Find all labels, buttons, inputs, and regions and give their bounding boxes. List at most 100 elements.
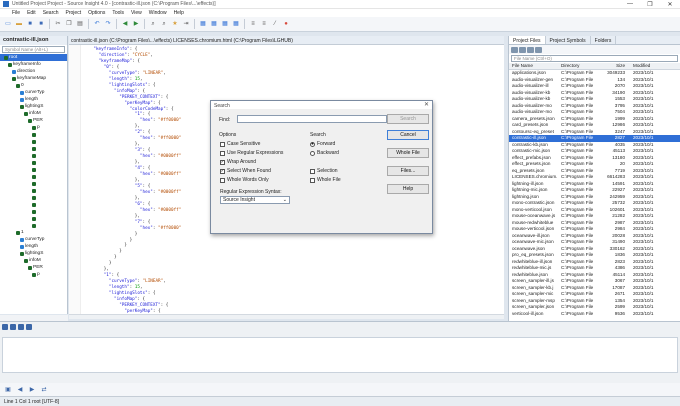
- tree-item[interactable]: direction: [0, 68, 67, 75]
- menu-options[interactable]: Options: [88, 10, 105, 16]
- open-folder-icon[interactable]: ▬: [14, 19, 24, 29]
- cut-icon[interactable]: ✂: [53, 19, 63, 29]
- tree-item[interactable]: p: [0, 124, 67, 131]
- undo-icon[interactable]: ↶: [92, 19, 102, 29]
- tree-item[interactable]: keyframeMap: [0, 75, 67, 82]
- relation-icon[interactable]: ▣: [3, 385, 13, 395]
- context-window-content[interactable]: [2, 337, 678, 373]
- menu-tools[interactable]: Tools: [112, 10, 124, 16]
- tree-item[interactable]: [0, 131, 67, 138]
- regex-checkbox[interactable]: Use Regular Expressions: [220, 150, 283, 156]
- copy-icon[interactable]: ❐: [64, 19, 74, 29]
- tree-item[interactable]: [0, 152, 67, 159]
- tree-item[interactable]: [0, 187, 67, 194]
- tree-item[interactable]: keyframeInfo: [0, 61, 67, 68]
- code-text[interactable]: "keyframeInfo": { "direction": "CYCLE", …: [83, 47, 181, 314]
- project-filter-icon[interactable]: [535, 46, 542, 53]
- tree-item[interactable]: length: [0, 96, 67, 103]
- radio-box[interactable]: ●: [310, 141, 315, 147]
- tree-item[interactable]: infoM: [0, 257, 67, 264]
- files-button[interactable]: Files...: [387, 166, 429, 176]
- tree-item[interactable]: 0: [0, 82, 67, 89]
- tree-item[interactable]: p: [0, 271, 67, 278]
- tree-item[interactable]: length: [0, 243, 67, 250]
- symbol-panel-tab[interactable]: contrastic-ill.json: [0, 36, 67, 45]
- tree-item[interactable]: [0, 194, 67, 201]
- tree-item[interactable]: lightingS: [0, 103, 67, 110]
- backward-radio[interactable]: Backward: [310, 150, 339, 156]
- tree-item[interactable]: [0, 173, 67, 180]
- tab-project-files[interactable]: Project Files: [509, 36, 546, 44]
- cancel-button[interactable]: Cancel: [387, 130, 429, 140]
- horizontal-scrollbar[interactable]: [69, 314, 504, 319]
- context-lock-icon[interactable]: [2, 323, 8, 330]
- column-directory[interactable]: Directory: [560, 63, 601, 69]
- minimize-button[interactable]: —: [620, 1, 640, 7]
- column-modified[interactable]: Modified: [627, 63, 675, 69]
- file-filter-input[interactable]: File Name (Ctrl+O): [511, 55, 678, 62]
- tree-item[interactable]: PER: [0, 117, 67, 124]
- save-icon[interactable]: ■: [25, 19, 35, 29]
- relation-window-icon[interactable]: ▦: [231, 19, 241, 29]
- tree-item[interactable]: [0, 222, 67, 229]
- save-all-icon[interactable]: ■: [36, 19, 46, 29]
- context-window-icon[interactable]: ▦: [220, 19, 230, 29]
- case-sensitive-checkbox[interactable]: Case Sensitive: [220, 141, 260, 147]
- references-icon[interactable]: ⇄: [39, 385, 49, 395]
- checkbox-box[interactable]: [220, 150, 225, 156]
- tree-item[interactable]: [0, 180, 67, 187]
- tree-item[interactable]: curveTyp: [0, 89, 67, 96]
- tree-item[interactable]: [0, 215, 67, 222]
- search-button[interactable]: Search: [387, 114, 429, 124]
- paste-icon[interactable]: ▤: [75, 19, 85, 29]
- indent-icon[interactable]: ≡: [248, 19, 258, 29]
- menu-help[interactable]: Help: [174, 10, 184, 16]
- callers-icon[interactable]: ◀: [15, 385, 25, 395]
- forward-radio[interactable]: ● Forward: [310, 141, 335, 147]
- menu-search[interactable]: Search: [43, 10, 59, 16]
- tree-item[interactable]: root: [0, 54, 67, 61]
- menu-window[interactable]: Window: [149, 10, 167, 16]
- jump-icon[interactable]: ⇥: [181, 19, 191, 29]
- new-file-icon[interactable]: ▭: [3, 19, 13, 29]
- project-window-icon[interactable]: ▦: [209, 19, 219, 29]
- radio-box[interactable]: [310, 150, 315, 156]
- selection-checkbox[interactable]: Selection: [310, 168, 338, 174]
- project-sync-icon[interactable]: [527, 46, 534, 53]
- file-row[interactable]: verticool-ill.json C:\Program File 9536 202…: [509, 311, 680, 318]
- regex-syntax-select[interactable]: Source Insight ⌄: [220, 196, 290, 204]
- tab-folders[interactable]: Folders: [591, 36, 617, 44]
- code-line[interactable]: "hex": "#0000ff": [83, 190, 181, 196]
- file-tabs[interactable]: contrastic-ill.json (C:\Program Files\..…: [69, 36, 504, 45]
- tree-item[interactable]: lightingS: [0, 250, 67, 257]
- menu-file[interactable]: File: [12, 10, 20, 16]
- callees-icon[interactable]: ▶: [27, 385, 37, 395]
- code-line[interactable]: "hex": "#ff0000": [83, 226, 181, 232]
- symbol-filter-input[interactable]: Symbol Name (Alt+L): [2, 46, 65, 53]
- project-view-icon[interactable]: [511, 46, 518, 53]
- wrap-around-checkbox[interactable]: ✓ Wrap Around: [220, 159, 256, 165]
- checkbox-box[interactable]: [310, 177, 315, 183]
- stop-icon[interactable]: ●: [281, 19, 291, 29]
- find-input[interactable]: [237, 115, 387, 123]
- project-sort-icon[interactable]: [519, 46, 526, 53]
- close-button[interactable]: ✕: [660, 1, 680, 8]
- checkbox-box[interactable]: [310, 168, 315, 174]
- context-sync-icon[interactable]: [10, 323, 16, 330]
- select-when-found-checkbox[interactable]: ✓ Select When Found: [220, 168, 271, 174]
- checkbox-box[interactable]: ✓: [220, 168, 225, 174]
- back-icon[interactable]: ◀: [120, 19, 130, 29]
- close-icon[interactable]: ✕: [424, 101, 429, 108]
- menu-edit[interactable]: Edit: [27, 10, 36, 16]
- forward-icon[interactable]: ▶: [131, 19, 141, 29]
- search-files-icon[interactable]: ⌕: [159, 19, 169, 29]
- context-forward-icon[interactable]: [26, 323, 32, 330]
- tree-item[interactable]: [0, 145, 67, 152]
- whole-file-button[interactable]: Whole File: [387, 148, 429, 158]
- whole-file-checkbox[interactable]: Whole File: [310, 177, 341, 183]
- maximize-button[interactable]: ❐: [640, 1, 660, 8]
- help-button[interactable]: Help: [387, 184, 429, 194]
- tree-item[interactable]: PER: [0, 264, 67, 271]
- tree-item[interactable]: [0, 208, 67, 215]
- tree-item[interactable]: [0, 159, 67, 166]
